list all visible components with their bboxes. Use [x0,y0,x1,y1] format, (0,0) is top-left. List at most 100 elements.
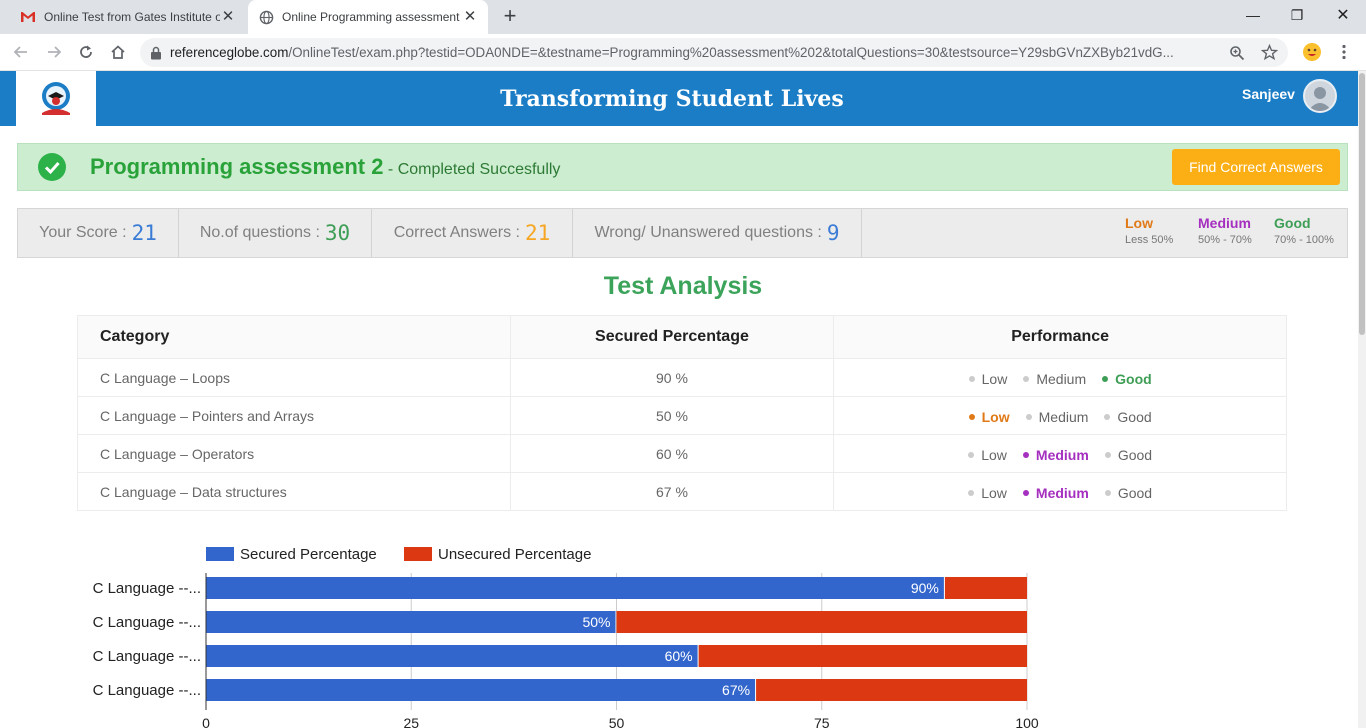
star-icon [1261,44,1278,61]
analysis-table: Category Secured Percentage Performance … [77,315,1287,511]
performance-medium: Medium [1023,371,1086,387]
header-percentage: Secured Percentage [509,315,835,359]
forward-button[interactable] [42,40,66,64]
performance-low: Low [968,485,1007,501]
performance-bar-chart: Secured Percentage Unsecured Percentage 0 2… [93,546,1039,728]
performance-label: Medium [1038,408,1089,425]
x-tick-label: 75 [814,715,830,728]
your-score-value: 21 [131,221,157,245]
close-tab-icon[interactable]: ✕ [462,9,478,25]
tab-title: Online Programming assessment [282,10,460,24]
performance-label: Good [1115,370,1152,387]
table-row: C Language – Pointers and Arrays 50 % Low M… [77,396,1287,435]
new-tab-button[interactable]: + [498,5,522,29]
correct-value: 21 [524,221,551,245]
question-count: No.of questions : 30 [179,209,372,257]
x-tick-label: 100 [1015,715,1039,728]
globe-icon [258,9,274,25]
window-close-button[interactable]: ✕ [1320,0,1366,30]
check-circle-icon [38,153,66,181]
home-button[interactable] [106,40,130,64]
table-row: C Language – Loops 90 % Low Medium Good [77,358,1287,397]
url-field[interactable]: referenceglobe.com/OnlineTest/exam.php?t… [140,38,1288,67]
correct-label: Correct Answers : [393,224,520,241]
url-path: /OnlineTest/exam.php?testid=ODA0NDE=&tes… [288,45,1174,60]
browser-tab-assessment[interactable]: Online Programming assessment ✕ [248,0,488,34]
restore-button[interactable]: ❐ [1274,0,1320,30]
lock-icon [151,46,161,59]
bar-unsecured [616,611,1027,633]
your-score-label: Your Score : [39,224,127,241]
analysis-title: Test Analysis [603,272,763,300]
performance-good: Good [1102,371,1152,387]
find-correct-answers-button[interactable]: Find Correct Answers [1172,149,1340,185]
percentage-cell: 50 % [509,396,835,435]
category-cell: C Language – Data structures [77,472,511,511]
performance-low: Low [968,447,1007,463]
x-tick-label: 0 [202,715,210,728]
site-logo[interactable] [16,71,96,126]
table-row: C Language – Operators 60 % Low Medium Good [77,434,1287,473]
page-scrollbar[interactable] [1358,71,1366,728]
profile-button[interactable] [1300,40,1324,64]
legend-good: Good 70% - 100% [1274,215,1334,246]
bullet-icon [1104,451,1111,458]
bar-secured [206,611,616,633]
url-host: referenceglobe.com [170,45,289,60]
table-row: C Language – Data structures 67 % Low Mediu… [77,472,1287,511]
legend-medium: Medium 50% - 70% [1198,215,1252,246]
legend-swatch-2 [404,547,432,561]
minimize-button[interactable]: — [1230,0,1276,30]
legend-good-label: Good [1274,215,1311,231]
bar-data-label: 90% [911,580,939,596]
bullet-icon [1022,489,1029,496]
percentage-cell: 90 % [509,358,835,397]
globe-logo-icon [42,81,70,115]
performance-label: Medium [1035,446,1089,463]
wrong-label: Wrong/ Unanswered questions : [594,224,822,241]
url-text: referenceglobe.com/OnlineTest/exam.php?t… [170,45,1215,60]
legend-low: Low Less 50% [1125,215,1173,246]
site-title: Transforming Student Lives [500,85,844,112]
user-name[interactable]: Sanjeev [1242,86,1295,102]
bullet-icon [968,375,975,382]
performance-low: Low [968,409,1010,425]
legend-medium-label: Medium [1198,215,1251,231]
bullet-icon [1025,413,1032,420]
home-icon [111,45,125,59]
x-tick-label: 25 [403,715,419,728]
reload-button[interactable] [74,40,98,64]
legend-good-range: 70% - 100% [1274,234,1334,246]
bullet-icon [1023,375,1030,382]
y-category-label: C Language --... [93,682,201,699]
arrow-left-icon [13,46,27,58]
performance-label: Low [981,370,1008,387]
performance-good: Good [1104,485,1152,501]
arrow-right-icon [48,46,62,58]
bullet-icon [968,451,975,458]
performance-medium: Medium [1022,485,1089,501]
category-cell: C Language – Pointers and Arrays [77,396,511,435]
bullet-icon [1022,451,1029,458]
test-title: Programming assessment 2 - Completed Suc… [90,154,560,180]
performance-medium: Medium [1025,408,1089,425]
browser-tab-bar: Online Test from Gates Institute o ✕ Onl… [0,0,1366,34]
back-button[interactable] [9,40,33,64]
legend-low-label: Low [1125,215,1153,231]
test-name: Programming assessment 2 [90,154,384,179]
performance-cell: Low Medium Good [833,358,1287,397]
bar-secured [206,679,756,701]
browser-tab-gmail[interactable]: Online Test from Gates Institute o ✕ [10,0,246,34]
y-category-label: C Language --... [93,648,201,665]
legend-label-1: Secured Percentage [240,546,377,563]
your-score: Your Score : 21 [18,209,179,257]
menu-button[interactable] [1332,40,1356,64]
performance-indicator: Low Medium Good [968,408,1152,425]
performance-label: Low [981,446,1007,463]
avatar[interactable] [1303,79,1337,113]
y-category-label: C Language --... [93,580,201,597]
category-cell: C Language – Operators [77,434,511,473]
performance-cell: Low Medium Good [833,434,1287,473]
close-tab-icon[interactable]: ✕ [220,9,236,25]
performance-medium: Medium [1022,446,1089,463]
